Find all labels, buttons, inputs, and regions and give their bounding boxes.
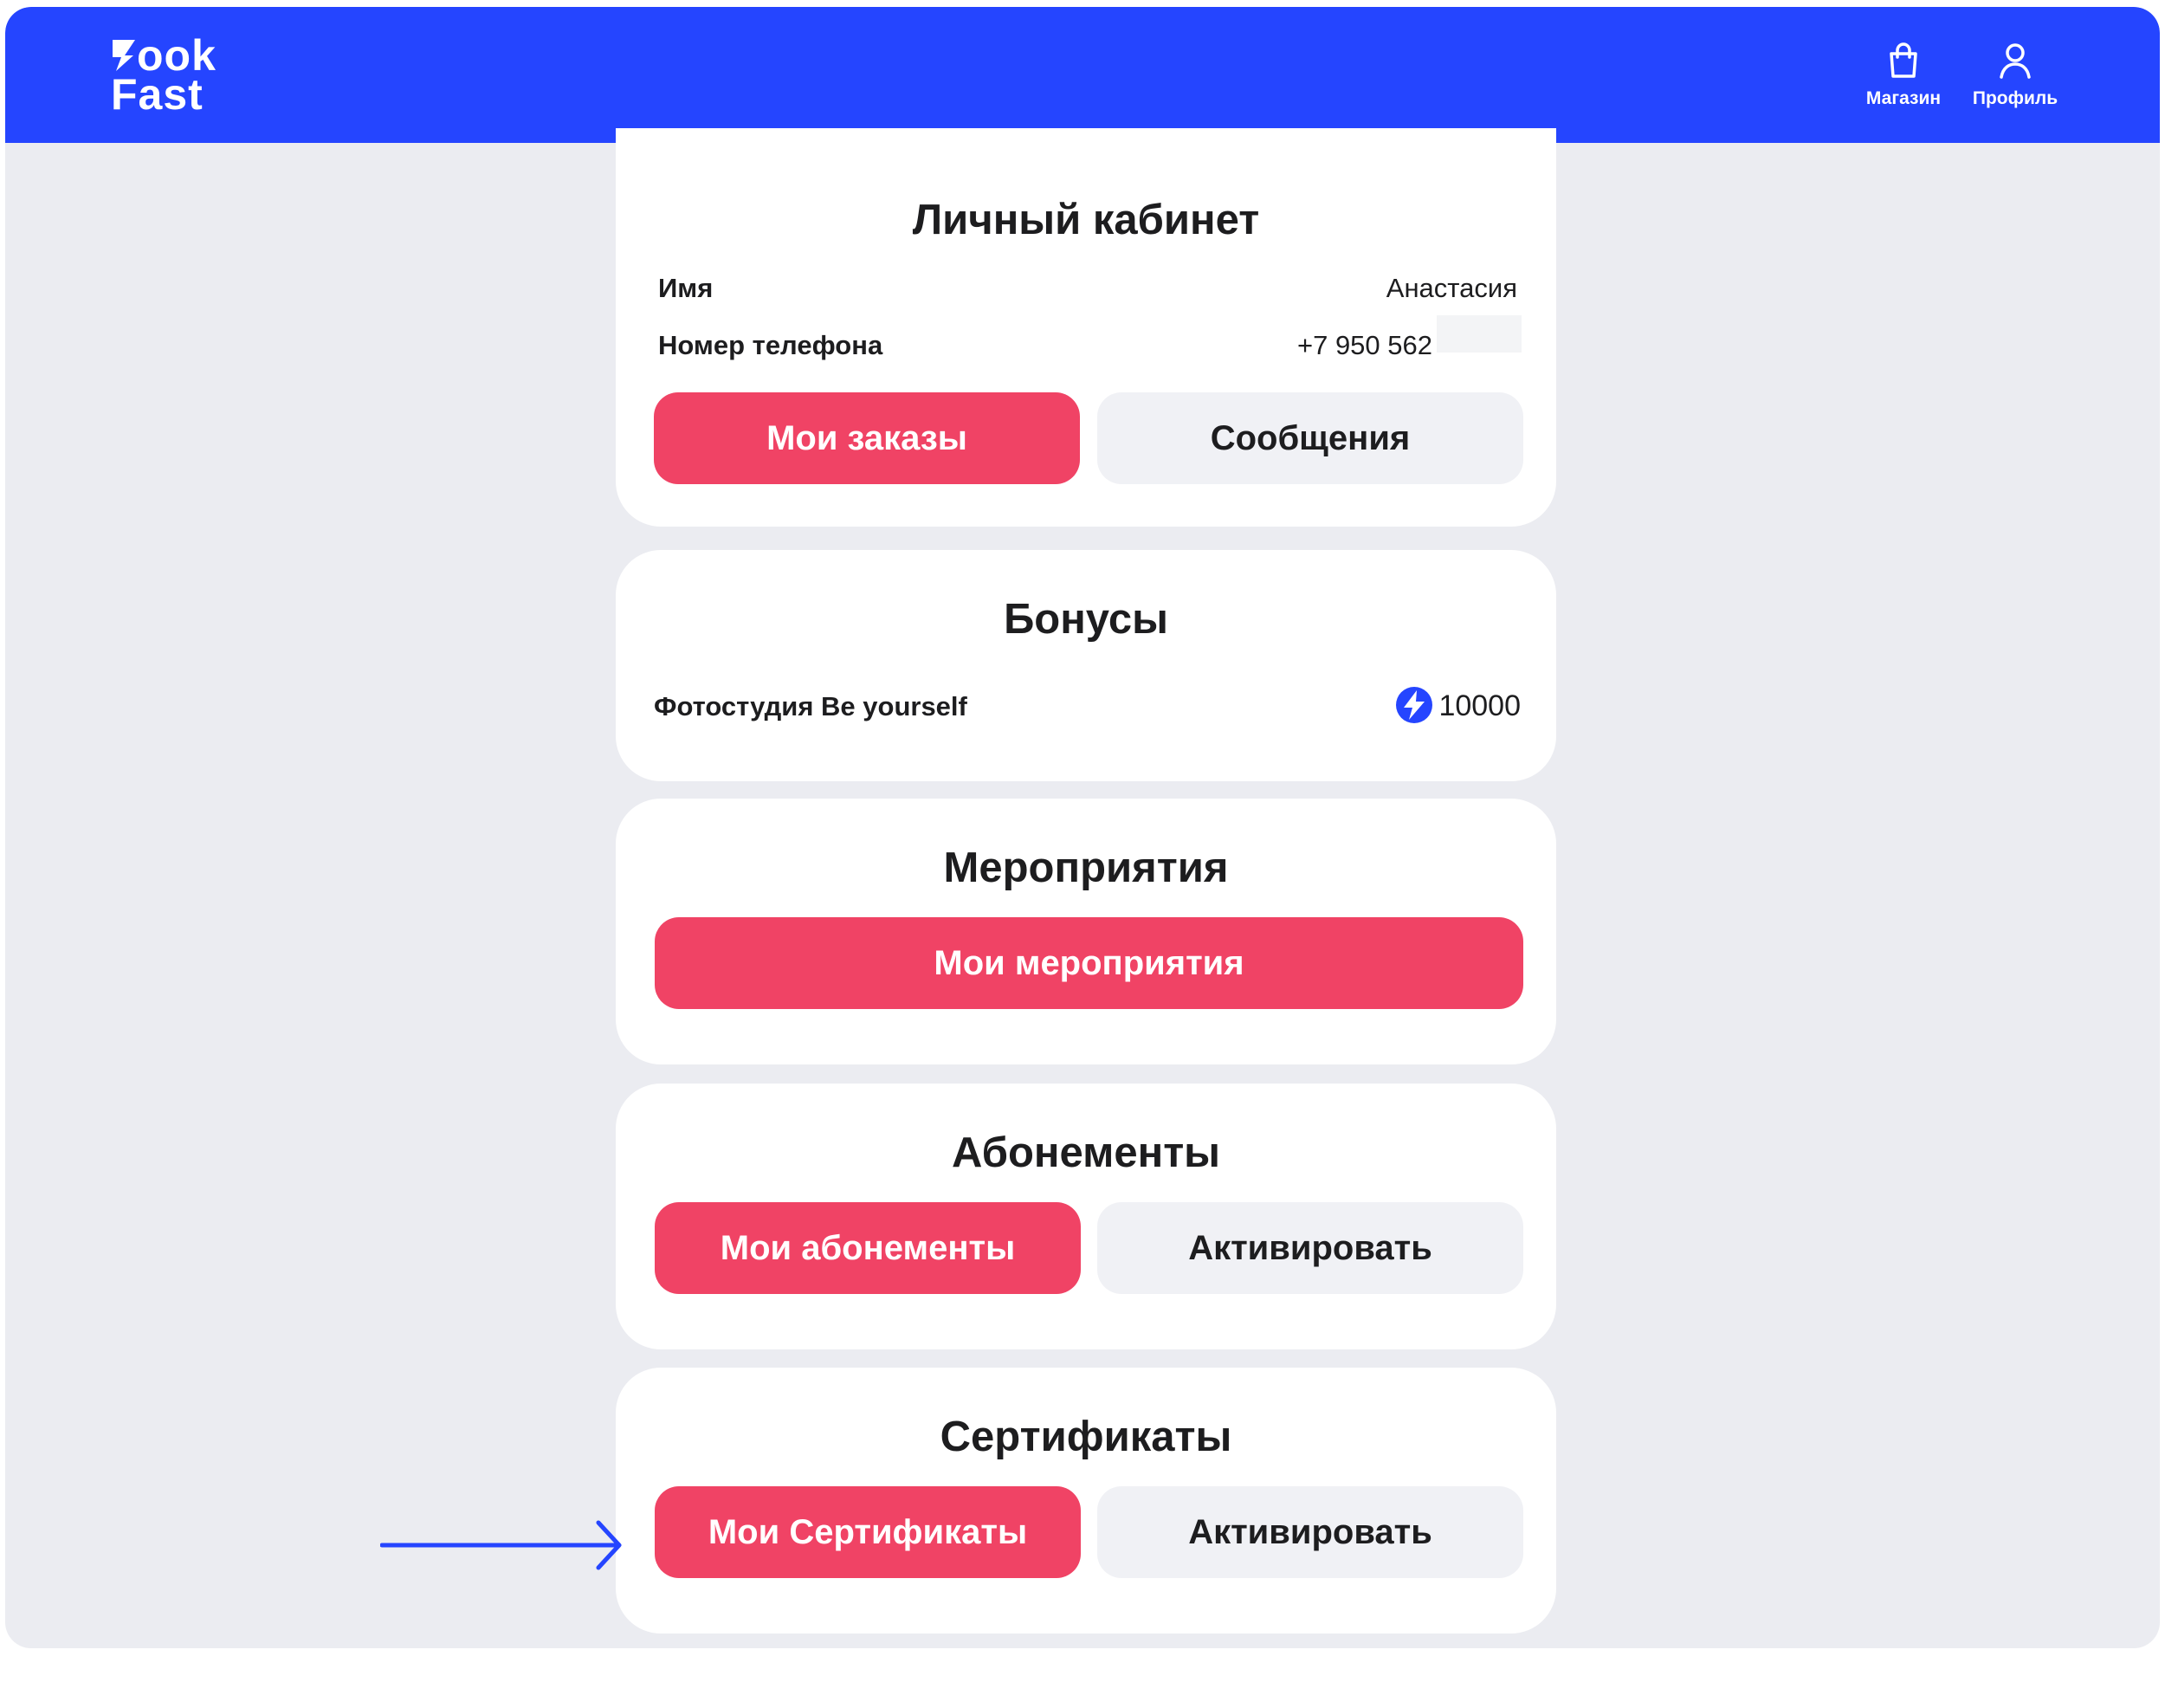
subscriptions-card: Абонементы Мои абонементы Активировать — [616, 1084, 1556, 1349]
phone-masked-digits — [1437, 315, 1522, 353]
messages-button[interactable]: Сообщения — [1097, 392, 1523, 484]
nav-profile[interactable]: Профиль — [1959, 42, 2071, 109]
bonuses-title: Бонусы — [1004, 596, 1168, 643]
certificates-title: Сертификаты — [940, 1414, 1232, 1460]
bonuses-card: Бонусы Фотостудия Be yourself 10000 — [616, 550, 1556, 781]
user-icon — [2000, 43, 2031, 79]
phone-label: Номер телефона — [658, 330, 883, 360]
my-orders-button[interactable]: Мои заказы — [654, 392, 1080, 484]
nav-profile-label: Профиль — [1972, 88, 2058, 108]
bookfast-logo[interactable]: ook Fast — [111, 34, 216, 119]
activate-subscription-button[interactable]: Активировать — [1097, 1202, 1523, 1294]
arrow-right-icon — [380, 1520, 622, 1570]
subscriptions-title: Абонементы — [951, 1129, 1221, 1176]
my-events-button[interactable]: Мои мероприятия — [655, 917, 1523, 1009]
top-bar: ook Fast Магазин Профиль — [5, 7, 2160, 143]
my-certificates-button[interactable]: Мои Сертификаты — [655, 1486, 1081, 1578]
shopping-bag-icon — [1890, 42, 1917, 78]
name-label: Имя — [658, 273, 714, 303]
nav-shop-label: Магазин — [1865, 88, 1942, 108]
account-title: Личный кабинет — [912, 197, 1260, 243]
bolt-icon — [1396, 687, 1432, 723]
name-value: Анастасия — [1386, 273, 1517, 303]
activate-certificate-button[interactable]: Активировать — [1097, 1486, 1523, 1578]
bonus-amount: 10000 — [1438, 689, 1521, 722]
logo-line-2: Fast — [111, 70, 204, 119]
events-title: Мероприятия — [943, 844, 1229, 891]
logo-bolt-icon — [113, 40, 135, 71]
nav-shop[interactable]: Магазин — [1847, 42, 1960, 109]
account-card: Личный кабинет Имя Анастасия Номер телеф… — [616, 128, 1556, 527]
events-card: Мероприятия Мои мероприятия — [616, 799, 1556, 1064]
my-subscriptions-button[interactable]: Мои абонементы — [655, 1202, 1081, 1294]
phone-value: +7 950 562 — [1296, 330, 1432, 360]
certificates-card: Сертификаты Мои Сертификаты Активировать — [616, 1368, 1556, 1634]
bonus-studio-name: Фотостудия Be yourself — [654, 691, 967, 721]
app-frame: ook Fast Магазин Профиль Личный кабинет … — [5, 7, 2160, 1648]
